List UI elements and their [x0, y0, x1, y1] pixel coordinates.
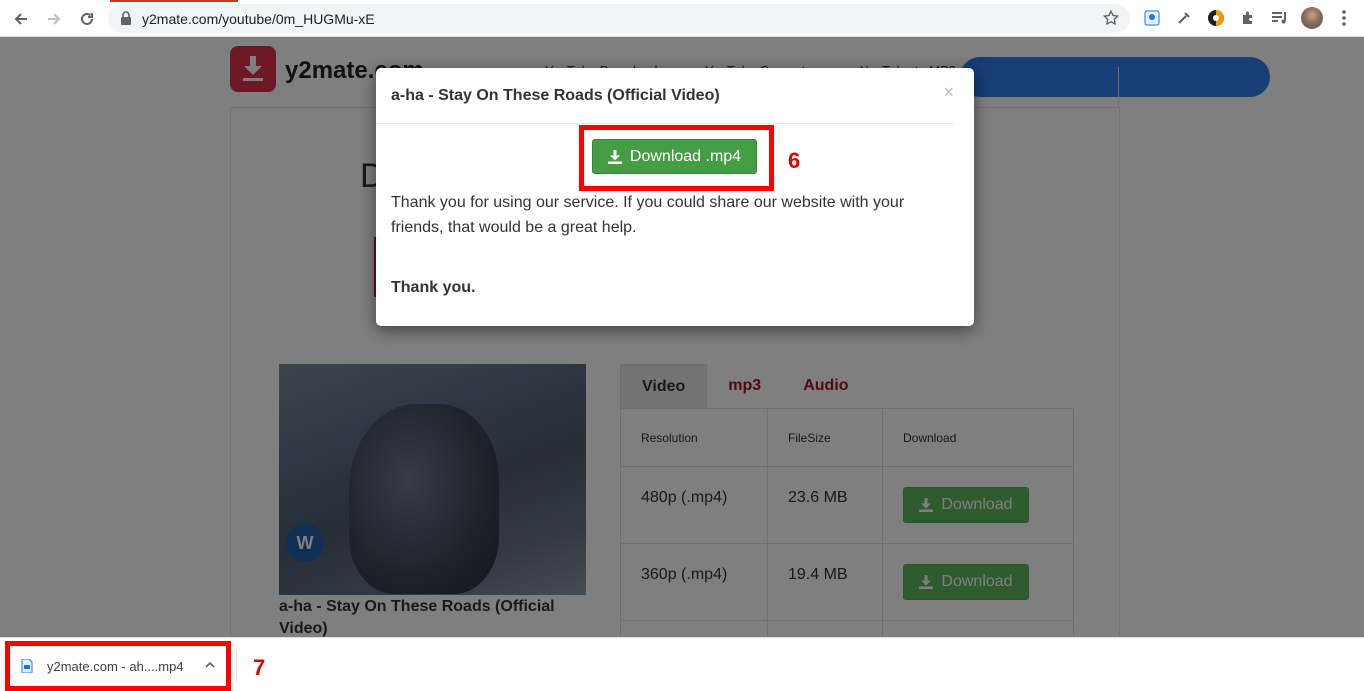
shelf-divider	[236, 650, 237, 682]
avatar	[1301, 7, 1323, 29]
modal-divider	[376, 123, 954, 124]
puzzle-icon	[1243, 11, 1252, 24]
modal-thanks: Thank you.	[391, 279, 476, 296]
address-bar[interactable]: y2mate.com/youtube/0m_HUGMu-xE	[108, 4, 1130, 33]
url-text: y2mate.com/youtube/0m_HUGMu-xE	[142, 11, 375, 27]
step-6-label: 6	[788, 148, 801, 173]
back-button[interactable]	[9, 7, 33, 31]
forward-arrow-icon	[48, 13, 61, 25]
modal-title: a-ha - Stay On These Roads (Official Vid…	[391, 87, 720, 104]
profile-button[interactable]	[1301, 7, 1323, 29]
back-arrow-icon	[14, 13, 27, 25]
reload-button[interactable]	[75, 7, 99, 31]
eyedropper-extension[interactable]	[1173, 7, 1195, 29]
step-7-highlight-box	[5, 641, 231, 691]
modal-message: Thank you for using our service. If you …	[391, 194, 905, 236]
step-6-highlight-box	[579, 125, 774, 191]
playlist-icon	[1272, 12, 1286, 24]
bookmark-star-icon	[1102, 9, 1120, 26]
browser-menu-button[interactable]	[1333, 7, 1355, 29]
kebab-menu-icon	[1342, 10, 1346, 26]
lock-icon	[121, 11, 131, 25]
step-7-label: 7	[253, 655, 266, 680]
extensions-menu[interactable]	[1237, 7, 1259, 29]
reload-icon	[81, 12, 93, 25]
colorful-circle-icon	[1208, 10, 1224, 26]
modal-close-button[interactable]: ×	[943, 82, 954, 103]
browser-toolbar: y2mate.com/youtube/0m_HUGMu-xE	[0, 0, 1364, 37]
eyedropper-icon	[1178, 12, 1190, 24]
extension-badge-icon	[1144, 10, 1160, 26]
media-controls[interactable]	[1269, 7, 1291, 29]
sync-extension[interactable]	[1205, 7, 1227, 29]
extension-button[interactable]	[1141, 7, 1163, 29]
download-modal: a-ha - Stay On These Roads (Official Vid…	[376, 68, 974, 326]
loading-tab-indicator	[110, 0, 238, 2]
forward-button[interactable]	[42, 7, 66, 31]
